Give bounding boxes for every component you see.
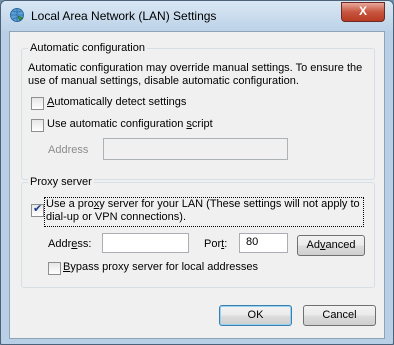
- auto-config-address-label: Address: [48, 144, 89, 156]
- auto-detect-label[interactable]: Automatically detect settings: [47, 96, 186, 108]
- auto-detect-rest: utomatically detect settings: [54, 96, 187, 108]
- proxy-address-label: Address:: [48, 238, 91, 250]
- title-bar[interactable]: Local Area Network (LAN) Settings X: [1, 1, 393, 31]
- proxy-port-prefix: Por: [204, 238, 222, 250]
- automatic-configuration-label: Automatic configuration: [28, 42, 147, 54]
- auto-config-script-prefix: Use automatic configuration: [47, 118, 187, 130]
- use-proxy-line2: dial-up or VPN connections).: [46, 211, 187, 223]
- auto-config-address-field: [103, 138, 288, 160]
- auto-detect-checkbox[interactable]: [31, 97, 44, 110]
- dialog-body: Automatic configuration Automatic config…: [9, 31, 385, 339]
- cancel-button[interactable]: Cancel: [303, 305, 376, 326]
- bypass-local-rest: ypass proxy server for local addresses: [70, 261, 259, 273]
- proxy-address-rest: ss:: [77, 238, 92, 250]
- proxy-port-rest: :: [224, 238, 228, 250]
- network-globe-icon: [10, 8, 24, 22]
- auto-config-script-checkbox[interactable]: [31, 119, 44, 132]
- proxy-port-label: Port:: [204, 238, 227, 250]
- auto-config-description-line1: Automatic configuration may override man…: [28, 62, 363, 74]
- bypass-local-label[interactable]: Bypass proxy server for local addresses: [63, 261, 258, 273]
- proxy-port-input[interactable]: 80: [239, 233, 288, 253]
- bypass-local-checkbox[interactable]: [48, 262, 61, 275]
- auto-config-description: Automatic configuration may override man…: [28, 62, 378, 88]
- window-title: Local Area Network (LAN) Settings: [31, 9, 217, 23]
- proxy-server-label: Proxy server: [28, 176, 94, 188]
- use-proxy-checkbox[interactable]: [31, 202, 44, 217]
- close-button[interactable]: X: [341, 2, 385, 22]
- auto-config-script-rest: cript: [191, 118, 213, 130]
- advanced-prefix: Ad: [306, 239, 320, 251]
- proxy-address-prefix: Addr: [48, 238, 72, 250]
- proxy-address-input[interactable]: [102, 233, 189, 253]
- auto-config-script-label[interactable]: Use automatic configuration script: [47, 118, 213, 130]
- use-proxy-prefix: Use a pro: [46, 198, 94, 210]
- use-proxy-rest: y server for your LAN (These settings wi…: [99, 198, 360, 210]
- advanced-button[interactable]: Advanced: [297, 235, 365, 256]
- use-proxy-label[interactable]: Use a proxy server for your LAN (These s…: [46, 198, 360, 224]
- ok-button[interactable]: OK: [219, 305, 292, 326]
- lan-settings-dialog: Local Area Network (LAN) Settings X Auto…: [0, 0, 394, 345]
- advanced-rest: anced: [325, 239, 356, 251]
- auto-config-description-line2: use of manual settings, disable automati…: [28, 75, 299, 87]
